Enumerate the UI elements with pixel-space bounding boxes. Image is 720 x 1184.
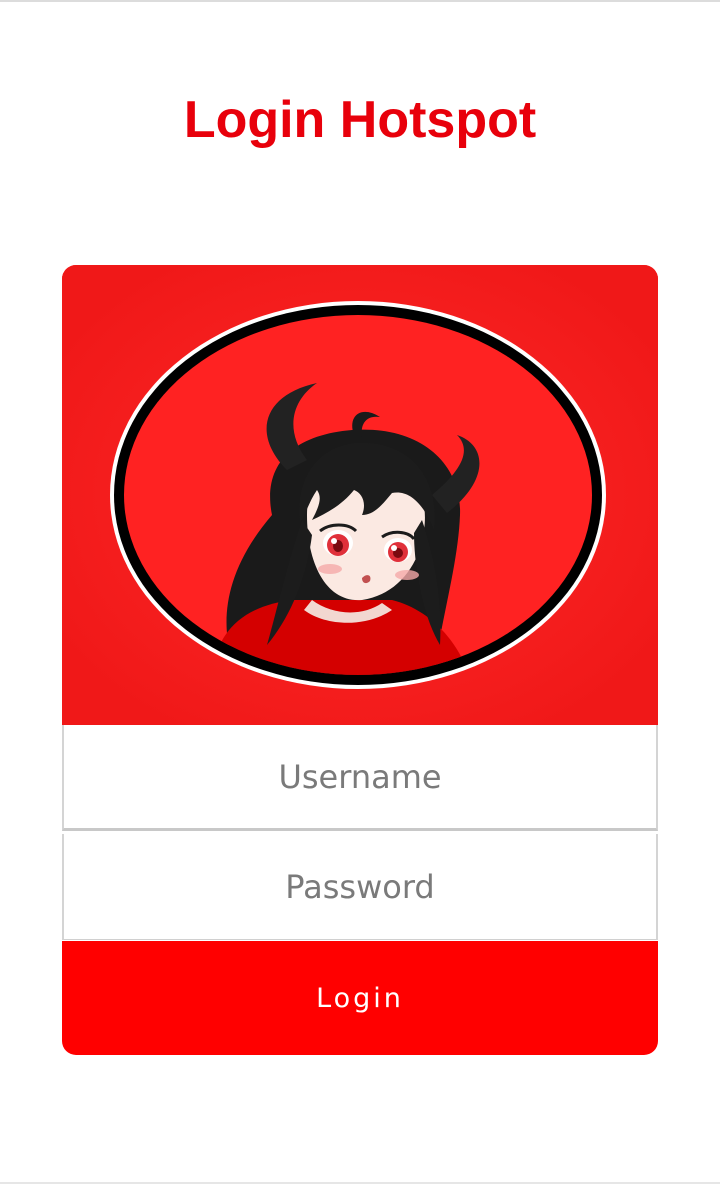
banner bbox=[62, 265, 658, 725]
page-title: Login Hotspot bbox=[183, 91, 537, 149]
password-input[interactable] bbox=[64, 834, 656, 939]
login-button[interactable]: Login bbox=[62, 941, 658, 1055]
mascot-logo-image bbox=[62, 265, 658, 725]
username-field-container bbox=[62, 725, 658, 831]
login-card: Login bbox=[62, 265, 658, 1055]
top-divider bbox=[0, 0, 720, 2]
username-input[interactable] bbox=[64, 725, 656, 828]
password-field-container bbox=[62, 834, 658, 940]
